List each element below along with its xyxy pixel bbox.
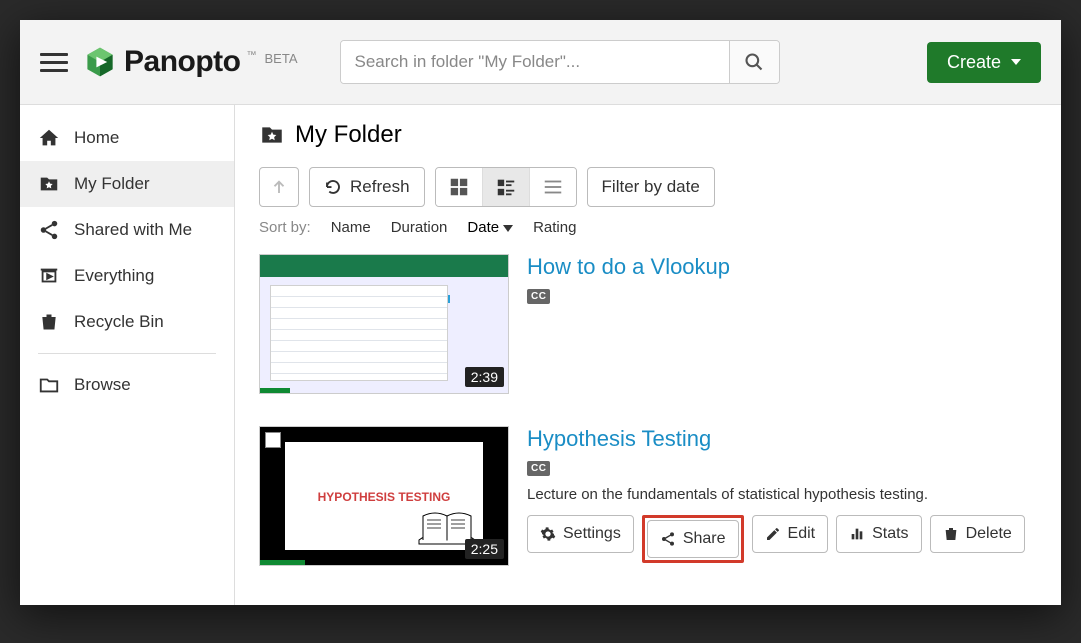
home-icon xyxy=(38,127,60,149)
progress-bar xyxy=(260,560,305,565)
refresh-icon xyxy=(324,178,342,196)
video-description: Lecture on the fundamentals of statistic… xyxy=(527,486,1037,503)
sidebar-item-browse[interactable]: Browse xyxy=(20,362,234,408)
sort-option-rating[interactable]: Rating xyxy=(533,219,576,236)
cc-badge: CC xyxy=(527,461,550,476)
video-info: Hypothesis Testing CC Lecture on the fun… xyxy=(527,426,1037,566)
share-button[interactable]: Share xyxy=(647,520,739,558)
edit-label: Edit xyxy=(788,525,816,543)
page-title: My Folder xyxy=(259,121,1037,149)
folder-star-icon xyxy=(259,122,285,148)
menu-toggle-button[interactable] xyxy=(40,48,68,76)
body-region: Home My Folder Shared with Me Everything xyxy=(20,105,1061,605)
video-row: HYPOTHESIS TESTING 2:25 Hypothesis Testi… xyxy=(259,422,1037,594)
edit-button[interactable]: Edit xyxy=(752,515,829,553)
settings-button[interactable]: Settings xyxy=(527,515,634,553)
cc-badge: CC xyxy=(527,289,550,304)
view-detail-button[interactable] xyxy=(483,168,530,206)
highlight-annotation: Share xyxy=(642,515,744,563)
sort-desc-icon xyxy=(503,225,513,232)
detail-list-icon xyxy=(495,176,517,198)
search-button[interactable] xyxy=(729,41,779,83)
filter-date-button[interactable]: Filter by date xyxy=(587,167,715,207)
create-button[interactable]: Create xyxy=(927,42,1041,83)
grid-icon xyxy=(448,176,470,198)
sidebar-item-label: Browse xyxy=(74,375,131,395)
video-list: 2:39 How to do a Vlookup CC HYPOTHESIS T… xyxy=(259,250,1037,594)
slide-title: HYPOTHESIS TESTING xyxy=(285,490,483,504)
share-icon xyxy=(38,219,60,241)
settings-label: Settings xyxy=(563,525,621,543)
toolbar: Refresh xyxy=(259,167,1037,207)
stats-icon xyxy=(849,526,865,542)
video-actions: Settings Share xyxy=(527,515,1037,563)
header-bar: Panopto ™ BETA Create xyxy=(20,20,1061,105)
app-window: Panopto ™ BETA Create xyxy=(20,20,1061,605)
duration-badge: 2:25 xyxy=(465,539,504,559)
folder-outline-icon xyxy=(38,374,60,396)
sort-option-name[interactable]: Name xyxy=(331,219,371,236)
sidebar-item-my-folder[interactable]: My Folder xyxy=(20,161,234,207)
sort-option-duration[interactable]: Duration xyxy=(391,219,448,236)
video-thumbnail[interactable]: 2:39 xyxy=(259,254,509,394)
trash-icon xyxy=(943,526,959,542)
gear-icon xyxy=(540,526,556,542)
pencil-icon xyxy=(765,526,781,542)
video-title-link[interactable]: How to do a Vlookup xyxy=(527,254,1037,280)
list-icon xyxy=(542,176,564,198)
refresh-button[interactable]: Refresh xyxy=(309,167,425,207)
brand-name: Panopto xyxy=(124,45,241,79)
sort-option-date[interactable]: Date xyxy=(467,219,513,236)
arrow-up-icon xyxy=(270,178,288,196)
view-mode-group xyxy=(435,167,577,207)
video-stack-icon xyxy=(38,265,60,287)
panopto-logo-icon xyxy=(82,44,118,80)
search-container xyxy=(340,40,780,84)
sidebar-item-label: Home xyxy=(74,128,119,148)
refresh-label: Refresh xyxy=(350,177,410,197)
video-title-link[interactable]: Hypothesis Testing xyxy=(527,426,1037,452)
share-icon xyxy=(660,531,676,547)
sidebar-item-label: Everything xyxy=(74,266,154,286)
sidebar-item-label: Recycle Bin xyxy=(74,312,164,332)
video-row: 2:39 How to do a Vlookup CC xyxy=(259,250,1037,422)
trash-icon xyxy=(38,311,60,333)
sidebar-item-everything[interactable]: Everything xyxy=(20,253,234,299)
video-thumbnail[interactable]: HYPOTHESIS TESTING 2:25 xyxy=(259,426,509,566)
progress-bar xyxy=(260,388,290,393)
search-input[interactable] xyxy=(341,41,729,83)
stats-label: Stats xyxy=(872,525,908,543)
video-info: How to do a Vlookup CC xyxy=(527,254,1037,394)
chevron-down-icon xyxy=(1011,59,1021,65)
main-content: My Folder Refresh xyxy=(235,105,1061,605)
sidebar-item-recycle-bin[interactable]: Recycle Bin xyxy=(20,299,234,345)
sort-by-label: Sort by: xyxy=(259,219,311,236)
sidebar-item-shared[interactable]: Shared with Me xyxy=(20,207,234,253)
delete-label: Delete xyxy=(966,525,1012,543)
sidebar-item-home[interactable]: Home xyxy=(20,115,234,161)
sidebar-divider xyxy=(38,353,216,354)
delete-button[interactable]: Delete xyxy=(930,515,1025,553)
beta-label: BETA xyxy=(265,51,298,66)
filter-label: Filter by date xyxy=(602,177,700,197)
brand-logo: Panopto ™ BETA xyxy=(82,44,298,80)
stats-button[interactable]: Stats xyxy=(836,515,921,553)
folder-star-icon xyxy=(38,173,60,195)
duration-badge: 2:39 xyxy=(465,367,504,387)
sidebar-item-label: Shared with Me xyxy=(74,220,192,240)
sidebar-item-label: My Folder xyxy=(74,174,150,194)
sort-bar: Sort by: Name Duration Date Rating xyxy=(259,219,1037,236)
sidebar: Home My Folder Shared with Me Everything xyxy=(20,105,235,605)
view-list-button[interactable] xyxy=(530,168,576,206)
select-checkbox[interactable] xyxy=(265,432,281,448)
page-title-text: My Folder xyxy=(295,121,402,149)
up-folder-button[interactable] xyxy=(259,167,299,207)
search-icon xyxy=(744,52,764,72)
view-grid-button[interactable] xyxy=(436,168,483,206)
share-label: Share xyxy=(683,530,726,548)
create-label: Create xyxy=(947,52,1001,73)
